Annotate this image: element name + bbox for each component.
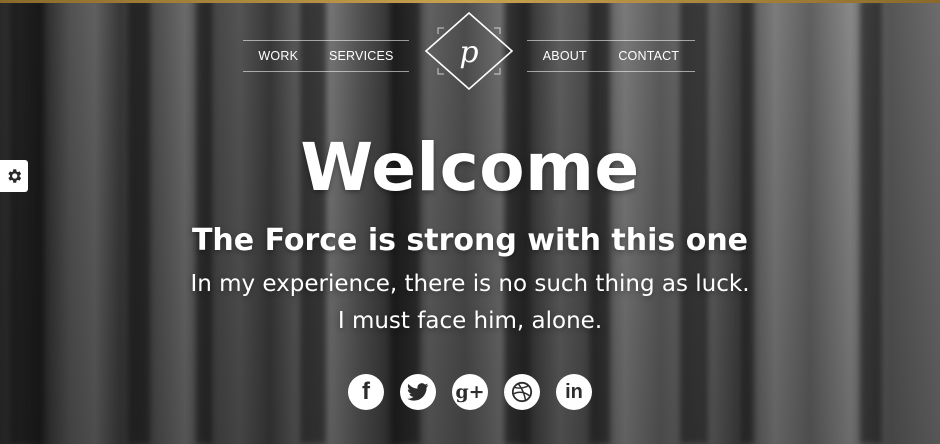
hero-quote-line: In my experience, there is no such thing… <box>190 271 750 297</box>
google-plus-glyph: g+ <box>455 381 485 403</box>
diamond-logo-icon: p <box>424 11 514 91</box>
dribbble-ball-icon <box>511 381 533 403</box>
facebook-glyph: f <box>362 378 370 405</box>
hero-quote: In my experience, there is no such thing… <box>0 266 940 340</box>
google-plus-icon[interactable]: g+ <box>452 374 488 410</box>
nav-link-services[interactable]: SERVICES <box>329 49 394 63</box>
nav-link-work[interactable]: WORK <box>258 49 298 63</box>
twitter-icon[interactable] <box>400 374 436 410</box>
top-accent-line <box>0 0 940 3</box>
linkedin-glyph: in <box>565 380 583 403</box>
hero-tagline: The Force is strong with this one <box>191 223 749 258</box>
site-logo[interactable]: p <box>424 11 514 91</box>
nav-right: ABOUT CONTACT <box>527 40 695 72</box>
hero-section: WORK SERVICES p ABOUT CONTACT Welcome Th… <box>0 0 940 444</box>
nav-link-about[interactable]: ABOUT <box>543 49 587 63</box>
twitter-bird-icon <box>407 383 429 401</box>
logo-letter: p <box>459 35 478 70</box>
social-links: f g+ in <box>0 374 940 410</box>
nav-link-contact[interactable]: CONTACT <box>618 49 679 63</box>
facebook-icon[interactable]: f <box>348 374 384 410</box>
hero-title: Welcome <box>300 129 640 206</box>
hero-quote-line: I must face him, alone. <box>337 308 603 334</box>
dribbble-icon[interactable] <box>504 374 540 410</box>
nav-left: WORK SERVICES <box>243 40 409 72</box>
linkedin-icon[interactable]: in <box>556 374 592 410</box>
